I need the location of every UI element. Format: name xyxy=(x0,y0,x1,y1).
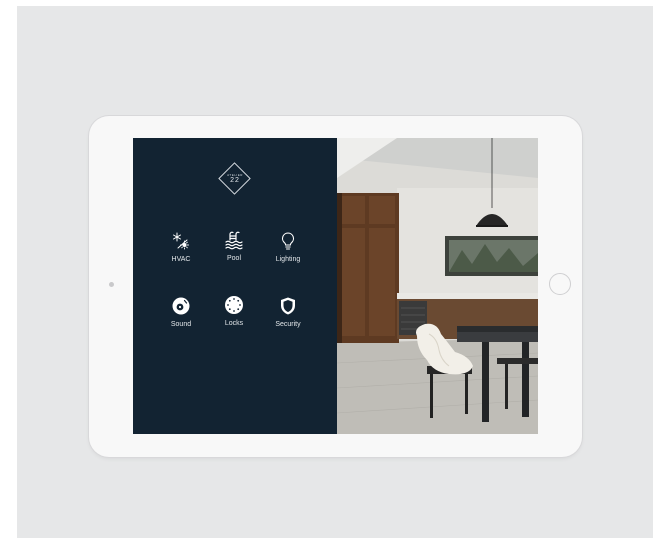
pool-ladder-icon xyxy=(225,231,243,250)
home-button[interactable] xyxy=(549,273,571,295)
pool-label: Pool xyxy=(226,255,241,262)
speaker-icon xyxy=(172,297,190,315)
security-label: Security xyxy=(275,321,301,328)
sound-button[interactable]: Sound xyxy=(157,296,205,328)
interior-photo xyxy=(337,138,538,434)
logo-number: 22 xyxy=(230,177,240,184)
lighting-label: Lighting xyxy=(275,256,301,263)
lighting-button[interactable]: Lighting xyxy=(264,231,312,263)
security-button[interactable]: Security xyxy=(264,296,312,328)
tablet-screen: ATELIER 22 HVAC Pool Lighting Sound Lock… xyxy=(133,138,538,434)
lock-dial-icon xyxy=(225,296,243,314)
brand-logo: ATELIER 22 xyxy=(218,162,252,196)
hvac-label: HVAC xyxy=(171,256,191,263)
pool-button[interactable]: Pool xyxy=(210,230,258,262)
lightbulb-icon xyxy=(282,232,294,250)
control-panel: ATELIER 22 HVAC Pool Lighting Sound Lock… xyxy=(133,138,337,434)
camera-icon xyxy=(109,282,114,287)
snowflake-sun-icon xyxy=(173,232,189,250)
tablet-frame: ATELIER 22 HVAC Pool Lighting Sound Lock… xyxy=(89,116,582,457)
shield-icon xyxy=(281,297,295,315)
locks-button[interactable]: Locks xyxy=(210,295,258,327)
sound-label: Sound xyxy=(170,321,192,328)
locks-label: Locks xyxy=(224,320,244,327)
hvac-button[interactable]: HVAC xyxy=(157,231,205,263)
